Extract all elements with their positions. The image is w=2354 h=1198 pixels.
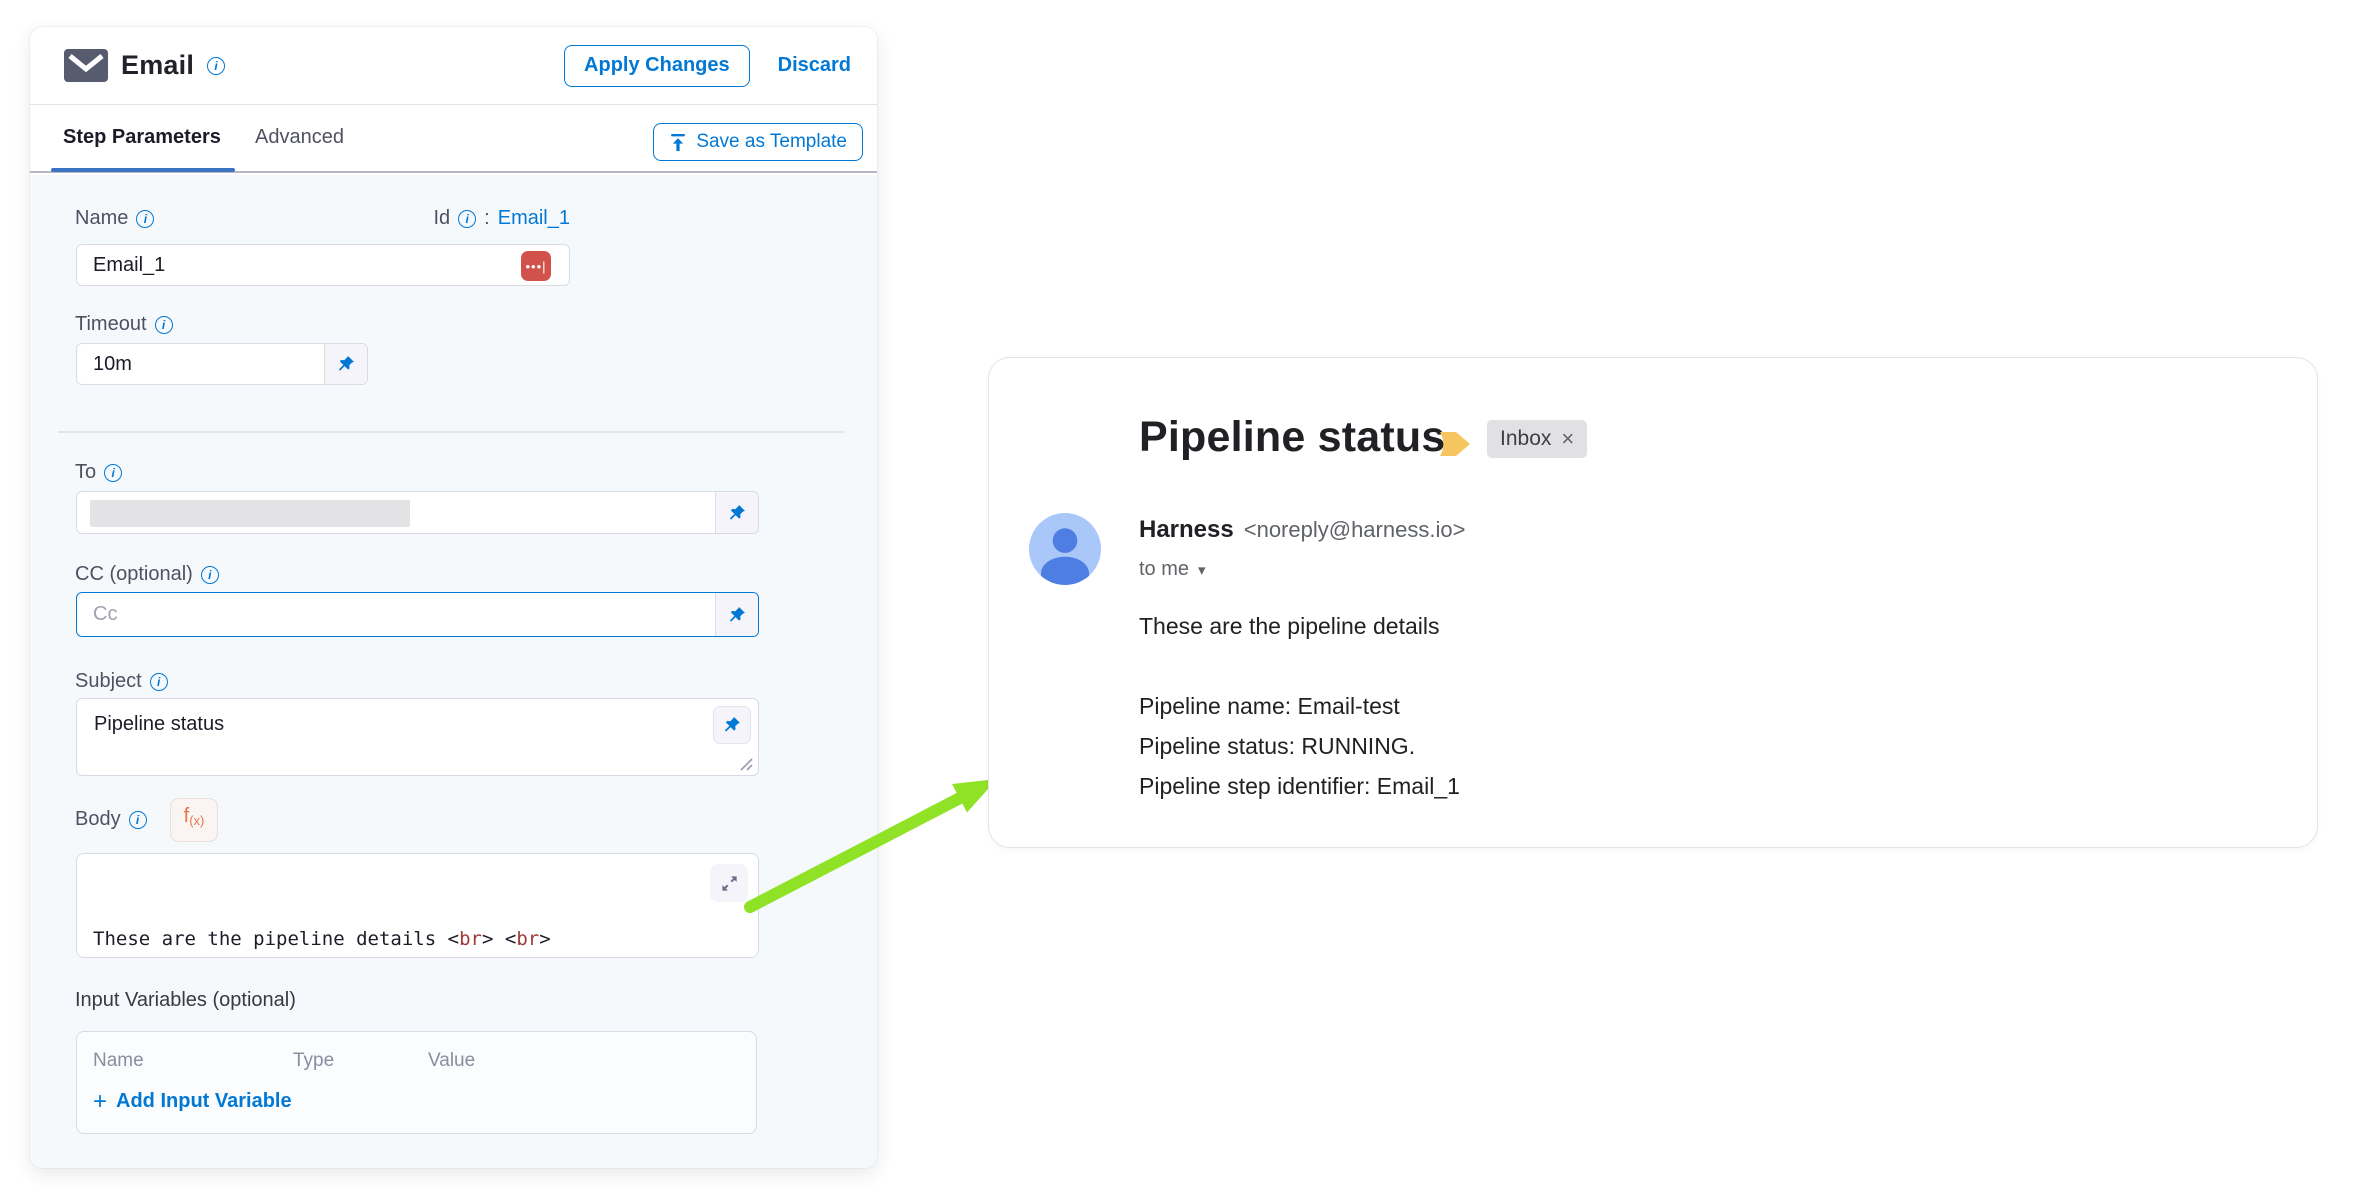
pin-icon <box>722 715 742 735</box>
tab-advanced[interactable]: Advanced <box>255 126 344 149</box>
name-label-row: Name i <box>75 207 154 230</box>
redacted-recipient-value <box>90 500 410 527</box>
to-pin-button[interactable] <box>715 492 758 533</box>
timeout-label: Timeout <box>75 313 147 336</box>
page-title: Email <box>121 50 194 81</box>
timeout-input-box <box>76 343 368 385</box>
name-input[interactable] <box>77 245 569 285</box>
body-code-line: These are the pipeline details <br> <br> <box>93 924 758 954</box>
email-step-panel: Email i Apply Changes Discard Step Param… <box>30 27 877 1168</box>
importance-marker-icon[interactable] <box>1437 428 1473 460</box>
column-header-type: Type <box>293 1050 334 1072</box>
id-value-link[interactable]: Email_1 <box>498 207 570 230</box>
email-body-line: Pipeline name: Email-test <box>1139 686 1460 726</box>
inbox-label: Inbox <box>1500 427 1551 451</box>
page: Email i Apply Changes Discard Step Param… <box>0 0 2354 1198</box>
to-input-box <box>76 491 759 534</box>
timeout-input[interactable] <box>77 344 324 384</box>
email-body-line: These are the pipeline details <box>1139 606 1460 646</box>
title-info-icon[interactable]: i <box>207 57 225 75</box>
expression-fx-button[interactable]: f (x) <box>170 798 218 842</box>
sender-row: Harness <noreply@harness.io> <box>1139 516 1465 544</box>
input-variables-label: Input Variables (optional) <box>75 989 296 1012</box>
active-tab-underline <box>51 168 235 172</box>
save-as-template-button[interactable]: Save as Template <box>653 123 863 161</box>
email-subject: Pipeline status <box>1139 413 1445 462</box>
to-me-label: to me <box>1139 558 1189 581</box>
subject-label-row: Subject i <box>75 670 168 693</box>
pin-icon <box>336 354 356 374</box>
id-row: Id i : Email_1 <box>433 207 570 230</box>
body-label: Body <box>75 808 121 831</box>
email-body-line: Pipeline step identifier: Email_1 <box>1139 766 1460 806</box>
cc-label-row: CC (optional) i <box>75 563 219 586</box>
apply-changes-button[interactable]: Apply Changes <box>564 45 750 87</box>
save-as-template-label: Save as Template <box>696 131 847 153</box>
name-input-box: •••| <box>76 244 570 286</box>
name-label: Name <box>75 207 128 230</box>
cc-pin-button[interactable] <box>715 593 758 636</box>
id-colon: : <box>484 207 490 230</box>
id-label: Id <box>433 207 450 230</box>
sender-address: <noreply@harness.io> <box>1244 517 1466 543</box>
email-preview-card: Pipeline status Inbox × Harness <noreply… <box>988 357 2318 848</box>
add-input-variable-button[interactable]: + Add Input Variable <box>93 1090 292 1113</box>
cc-input-box <box>76 592 759 637</box>
tab-step-parameters[interactable]: Step Parameters <box>63 126 221 149</box>
to-label: To <box>75 461 96 484</box>
cc-info-icon[interactable]: i <box>201 566 219 584</box>
column-header-value: Value <box>428 1050 475 1072</box>
to-label-row: To i <box>75 461 122 484</box>
pin-icon <box>727 605 747 625</box>
section-divider <box>58 431 845 433</box>
email-body-line: Pipeline status: RUNNING. <box>1139 726 1460 766</box>
email-body-blank-line <box>1139 646 1460 686</box>
subject-info-icon[interactable]: i <box>150 673 168 691</box>
subject-pin-button[interactable] <box>713 706 751 744</box>
subject-value: Pipeline status <box>94 713 224 736</box>
person-icon <box>1029 513 1101 585</box>
timeout-label-row: Timeout i <box>75 313 173 336</box>
column-header-name: Name <box>93 1050 144 1072</box>
email-body: These are the pipeline details Pipeline … <box>1139 606 1460 806</box>
body-label-row: Body i <box>75 808 147 831</box>
body-info-icon[interactable]: i <box>129 811 147 829</box>
name-info-icon[interactable]: i <box>136 210 154 228</box>
to-input[interactable] <box>77 492 715 533</box>
discard-button[interactable]: Discard <box>778 54 851 77</box>
fx-sub: (x) <box>189 813 204 828</box>
sender-name: Harness <box>1139 516 1234 544</box>
cc-input[interactable] <box>77 593 715 636</box>
timeout-info-icon[interactable]: i <box>155 316 173 334</box>
body-code-editor[interactable]: These are the pipeline details <br> <br>… <box>76 853 759 958</box>
panel-header: Email i Apply Changes Discard <box>30 27 877 105</box>
cc-label: CC (optional) <box>75 563 193 586</box>
caret-down-icon: ▾ <box>1198 561 1206 579</box>
timeout-pin-button[interactable] <box>324 344 367 384</box>
remove-label-icon[interactable]: × <box>1561 428 1574 450</box>
plus-icon: + <box>93 1092 107 1112</box>
id-info-icon[interactable]: i <box>458 210 476 228</box>
add-input-variable-label: Add Input Variable <box>116 1090 292 1113</box>
subject-label: Subject <box>75 670 142 693</box>
inbox-label-chip: Inbox × <box>1487 420 1587 458</box>
input-variables-table: Name Type Value + Add Input Variable <box>76 1031 757 1134</box>
green-arrow <box>735 762 1020 922</box>
tab-bar: Step Parameters Advanced Save as Templat… <box>30 106 877 173</box>
to-me-dropdown[interactable]: to me ▾ <box>1139 558 1206 581</box>
sender-avatar <box>1029 513 1101 585</box>
envelope-icon <box>64 49 108 82</box>
step-parameters-form: Name i Id i : Email_1 •••| Timeout i <box>30 175 877 1168</box>
subject-textarea[interactable]: Pipeline status <box>76 698 759 776</box>
to-info-icon[interactable]: i <box>104 464 122 482</box>
pin-icon <box>727 503 747 523</box>
extension-badge-icon[interactable]: •••| <box>521 251 551 281</box>
upload-to-bar-icon <box>669 133 687 152</box>
